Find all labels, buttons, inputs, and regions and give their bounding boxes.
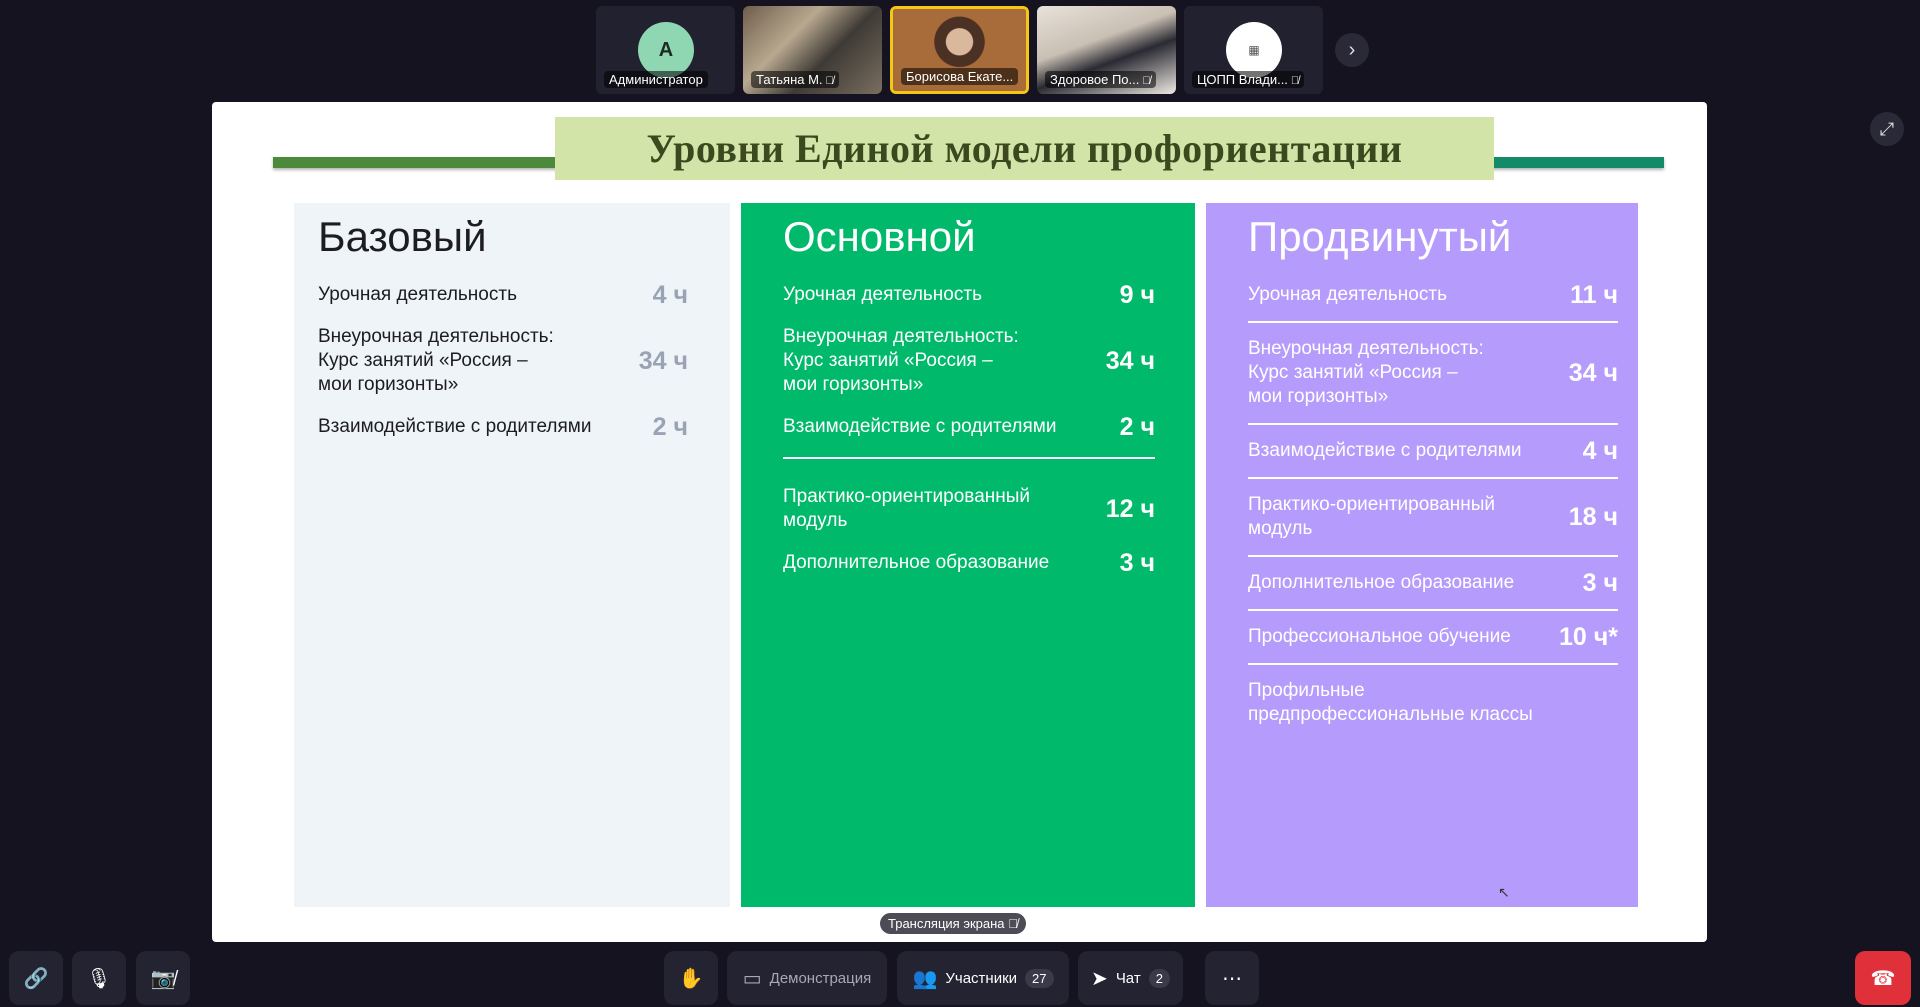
mic-off-icon: 🎙̸ xyxy=(1290,75,1300,87)
row-label: Внеурочная деятельность: Курс занятий «Р… xyxy=(318,326,554,395)
decorative-bar xyxy=(273,157,558,168)
row-hours: 34 ч xyxy=(638,347,688,375)
list-item: Урочная деятельность 9 ч xyxy=(783,281,1155,309)
row-hours: 18 ч xyxy=(1568,503,1618,531)
column-heading: Основной xyxy=(783,213,976,260)
row-hours: 11 ч xyxy=(1570,281,1618,309)
more-icon: ⋯ xyxy=(1222,967,1242,990)
expand-icon[interactable]: ⤢ xyxy=(1870,112,1904,146)
list-item: Взаимодействие с родителями 4 ч xyxy=(1248,425,1618,477)
row-hours: 3 ч xyxy=(1582,569,1618,597)
row-hours: 4 ч xyxy=(652,281,688,309)
chevron-right-icon[interactable]: › xyxy=(1335,33,1369,67)
mic-off-icon: 🎙̸ xyxy=(1008,916,1018,931)
row-hours: 2 ч xyxy=(652,413,688,441)
participants-icon: 👥 xyxy=(912,967,938,990)
participant-tile-tatiana[interactable]: Татьяна М. 🎙̸ xyxy=(743,6,882,94)
screen-stream-badge: Трансляция экрана 🎙̸ xyxy=(880,913,1026,934)
raise-hand-icon: ✋ xyxy=(678,967,704,990)
participants-strip: А Администратор Татьяна М. 🎙̸ Борисова Ек… xyxy=(596,6,1369,94)
participant-name: Здоровое По... 🎙̸ xyxy=(1045,71,1156,88)
chat-icon: ➤ xyxy=(1091,967,1108,990)
row-hours: 34 ч xyxy=(1105,347,1155,375)
row-hours: 12 ч xyxy=(1105,495,1155,523)
row-label: Внеурочная деятельность: Курс занятий «Р… xyxy=(1248,338,1484,407)
row-label: Взаимодействие с родителями xyxy=(318,416,592,437)
list-item: Профессиональное обучение 10 ч* xyxy=(1248,611,1618,663)
participant-tile-admin[interactable]: А Администратор xyxy=(596,6,735,94)
avatar: А xyxy=(638,22,694,78)
row-label: Профессиональное обучение xyxy=(1248,626,1511,647)
row-label: Взаимодействие с родителями xyxy=(783,416,1057,437)
more-options-button[interactable]: ⋯ xyxy=(1205,951,1259,1005)
row-label: Взаимодействие с родителями xyxy=(1248,440,1522,461)
row-hours: 2 ч xyxy=(1119,413,1155,441)
shared-screen-slide: Уровни Единой модели профориентации Базо… xyxy=(212,102,1707,942)
participant-name: Администратор xyxy=(604,71,708,88)
mic-off-icon: 🎙̸ xyxy=(1142,75,1151,87)
column-main: Основной Урочная деятельность 9 ч Внеуроч… xyxy=(741,203,1195,907)
participant-tile-borisova[interactable]: Борисова Екате... xyxy=(890,6,1029,94)
column-basic: Базовый Урочная деятельность 4 ч Внеурочн… xyxy=(294,203,730,907)
participant-name: ЦОПП Влади... 🎙̸ xyxy=(1192,71,1305,88)
participants-button[interactable]: 👥 Участники 27 xyxy=(897,951,1069,1005)
row-hours: 4 ч xyxy=(1582,437,1618,465)
participant-name: Татьяна М. 🎙̸ xyxy=(751,71,839,88)
row-label: Внеурочная деятельность: Курс занятий «Р… xyxy=(783,326,1019,395)
list-item: Практико-ориентированный модуль 12 ч xyxy=(783,485,1155,533)
microphone-icon: 🎙 xyxy=(86,967,112,990)
divider xyxy=(783,457,1155,459)
row-label: Урочная деятельность xyxy=(318,284,517,305)
link-icon: 🔗 xyxy=(23,967,49,990)
microphone-button[interactable]: 🎙 xyxy=(72,951,126,1005)
list-item: Внеурочная деятельность: Курс занятий «Р… xyxy=(783,325,1155,397)
camera-button[interactable]: 📷̸ xyxy=(136,951,190,1005)
row-hours: 9 ч xyxy=(1119,281,1155,309)
row-label: Практико-ориентированный модуль xyxy=(783,486,1031,531)
list-item: Взаимодействие с родителями 2 ч xyxy=(783,413,1155,441)
camera-off-icon: 📷̸ xyxy=(150,967,176,990)
participant-tile-zdorovoe[interactable]: Здоровое По... 🎙̸ xyxy=(1037,6,1176,94)
row-label: Дополнительное образование xyxy=(1248,572,1515,593)
chat-count-badge: 2 xyxy=(1148,968,1170,988)
decorative-bar xyxy=(1492,157,1664,168)
row-label: Практико-ориентированный модуль xyxy=(1248,494,1496,539)
list-item: Урочная деятельность 4 ч xyxy=(318,281,706,309)
mouse-cursor-icon: ↖ xyxy=(1498,884,1510,900)
participant-tile-copp[interactable]: ▦ ЦОПП Влади... 🎙̸ xyxy=(1184,6,1323,94)
mic-off-icon: 🎙̸ xyxy=(825,75,834,87)
screen-share-icon: ▭ xyxy=(742,967,762,990)
row-label: Урочная деятельность xyxy=(783,284,982,305)
end-call-icon: ☎ xyxy=(1870,967,1896,990)
screen-share-button[interactable]: ▭ Демонстрация xyxy=(727,951,887,1005)
copp-logo-icon: ▦ xyxy=(1226,22,1282,78)
list-item: Профильные предпрофессиональные классы xyxy=(1248,665,1618,741)
column-advanced: Продвинутый Урочная деятельность 11 ч Вне… xyxy=(1206,203,1638,907)
list-item: Внеурочная деятельность: Курс занятий «Р… xyxy=(318,325,706,397)
raise-hand-button[interactable]: ✋ xyxy=(664,951,718,1005)
row-hours: 34 ч xyxy=(1568,359,1618,387)
row-label: Дополнительное образование xyxy=(783,552,1050,573)
column-heading: Базовый xyxy=(318,213,487,260)
end-call-button[interactable]: ☎ xyxy=(1855,951,1911,1005)
row-hours: 3 ч xyxy=(1119,549,1155,577)
slide-title-box: Уровни Единой модели профориентации xyxy=(555,117,1494,180)
list-item: Взаимодействие с родителями 2 ч xyxy=(318,413,706,441)
list-item: Практико-ориентированный модуль 18 ч xyxy=(1248,479,1618,555)
list-item: Дополнительное образование 3 ч xyxy=(783,549,1155,577)
list-item: Внеурочная деятельность: Курс занятий «Р… xyxy=(1248,323,1618,423)
copy-link-button[interactable]: 🔗 xyxy=(9,951,63,1005)
participant-name: Борисова Екате... xyxy=(901,68,1019,85)
list-item: Дополнительное образование 3 ч xyxy=(1248,557,1618,609)
row-hours: 10 ч* xyxy=(1559,623,1618,651)
chat-button[interactable]: ➤ Чат 2 xyxy=(1078,951,1183,1005)
participants-count-badge: 27 xyxy=(1025,968,1054,988)
row-label: Профильные предпрофессиональные классы xyxy=(1248,680,1533,725)
list-item: Урочная деятельность 11 ч xyxy=(1248,283,1618,321)
slide-title: Уровни Единой модели профориентации xyxy=(646,126,1403,171)
row-label: Урочная деятельность xyxy=(1248,284,1447,305)
column-heading: Продвинутый xyxy=(1248,213,1512,260)
